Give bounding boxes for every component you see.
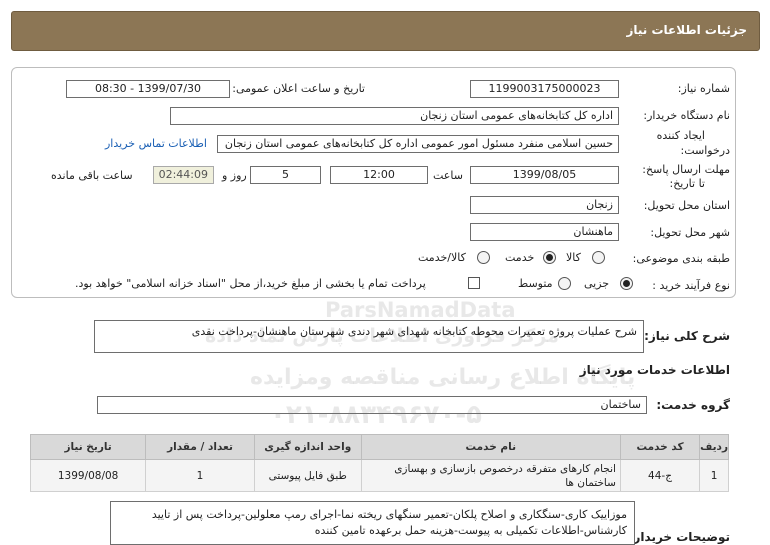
- category-service-radio[interactable]: [543, 251, 556, 264]
- process-medium-radio[interactable]: [558, 277, 571, 290]
- watermark-line-2: پایگاه اطلاع رسانی مناقصه ومزایده: [250, 365, 636, 390]
- service-group-field: ساختمان: [97, 396, 647, 414]
- table-header-row: ردیف کد خدمت نام خدمت واحد اندازه گیری ت…: [29, 434, 729, 460]
- watermark-brand: ParsNamadData: [325, 298, 516, 322]
- service-group-label: گروه خدمت:: [656, 398, 730, 412]
- province-field: زنجان: [470, 196, 619, 214]
- city-field: ماهنشان: [470, 223, 619, 241]
- summary-label: شرح کلی نیاز:: [644, 329, 730, 343]
- process-minor-radio[interactable]: [620, 277, 633, 290]
- deadline-label-2: تا تاریخ:: [669, 177, 705, 190]
- days-field: 5: [250, 166, 321, 184]
- deadline-hour-field: 12:00: [330, 166, 428, 184]
- cell-service-code: ج-44: [619, 459, 701, 492]
- need-number-field: 1199003175000023: [470, 80, 619, 98]
- creator-label-1: ایجاد کننده: [656, 129, 705, 142]
- services-section-title: اطلاعات خدمات مورد نیاز: [579, 363, 730, 377]
- buyer-notes-label: توضیحات خریدار:: [628, 530, 730, 544]
- col-header-service-code: کد خدمت: [619, 434, 701, 460]
- cell-service-name: انجام کارهای متفرقه درخصوص بازسازی و بهس…: [360, 459, 621, 492]
- col-header-unit: واحد اندازه گیری: [253, 434, 362, 460]
- creator-field: حسین اسلامی منفرد مسئول امور عمومی اداره…: [217, 135, 619, 153]
- days-label: روز و: [222, 169, 247, 182]
- cell-unit: طبق فایل پیوستی: [253, 459, 362, 492]
- category-goods-service-radio[interactable]: [477, 251, 490, 264]
- province-label: استان محل تحویل:: [643, 199, 730, 212]
- process-label: نوع فرآیند خرید :: [652, 279, 730, 292]
- summary-field: شرح عملیات پروژه تعمیرات محوطه کتابخانه …: [94, 320, 644, 353]
- need-number-label: شماره نیاز:: [677, 82, 730, 95]
- announce-label: تاریخ و ساعت اعلان عمومی:: [232, 82, 365, 95]
- buyer-label: نام دستگاه خریدار:: [643, 109, 730, 122]
- hour-label: ساعت: [433, 169, 463, 182]
- cell-row-number: 1: [699, 459, 729, 492]
- buyer-notes-field: موزاییک کاری-سنگکاری و اصلاح پلکان-تعمیر…: [110, 501, 635, 545]
- col-header-quantity: تعداد / مقدار: [145, 434, 255, 460]
- category-service-label: خدمت: [505, 251, 535, 264]
- buyer-field: اداره کل کتابخانه‌های عمومی استان زنجان: [170, 107, 619, 125]
- deadline-label-1: مهلت ارسال پاسخ:: [642, 163, 730, 176]
- col-header-service-name: نام خدمت: [360, 434, 621, 460]
- deadline-date-field: 1399/08/05: [470, 166, 619, 184]
- treasury-payment-checkbox[interactable]: [468, 277, 480, 289]
- table-row: 1 ج-44 انجام کارهای متفرقه درخصوص بازساز…: [29, 459, 729, 492]
- process-minor-label: جزیی: [584, 277, 610, 290]
- cell-need-date: 1399/08/08: [29, 459, 147, 492]
- category-label: طبقه بندی موضوعی:: [632, 252, 730, 265]
- announce-field: 1399/07/30 - 08:30: [66, 80, 230, 98]
- buyer-contact-link[interactable]: اطلاعات تماس خریدار: [105, 137, 207, 150]
- category-goods-label: کالا: [566, 251, 581, 264]
- city-label: شهر محل تحویل:: [650, 226, 730, 239]
- category-goods-service-label: کالا/خدمت: [418, 251, 466, 264]
- process-medium-label: متوسط: [518, 277, 553, 290]
- page-title: جزئیات اطلاعات نیاز: [626, 23, 747, 37]
- cell-quantity: 1: [145, 459, 255, 492]
- services-table: ردیف کد خدمت نام خدمت واحد اندازه گیری ت…: [29, 434, 729, 492]
- col-header-need-date: تاریخ نیاز: [29, 434, 147, 460]
- creator-label-2: درخواست:: [680, 144, 730, 157]
- page-header: جزئیات اطلاعات نیاز: [11, 11, 760, 51]
- col-header-row-number: ردیف: [699, 434, 729, 460]
- treasury-payment-note: پرداخت تمام یا بخشی از مبلغ خرید،از محل …: [75, 277, 426, 290]
- remaining-label: ساعت باقی مانده: [51, 169, 133, 182]
- category-goods-radio[interactable]: [592, 251, 605, 264]
- remaining-timer: 02:44:09: [153, 166, 214, 184]
